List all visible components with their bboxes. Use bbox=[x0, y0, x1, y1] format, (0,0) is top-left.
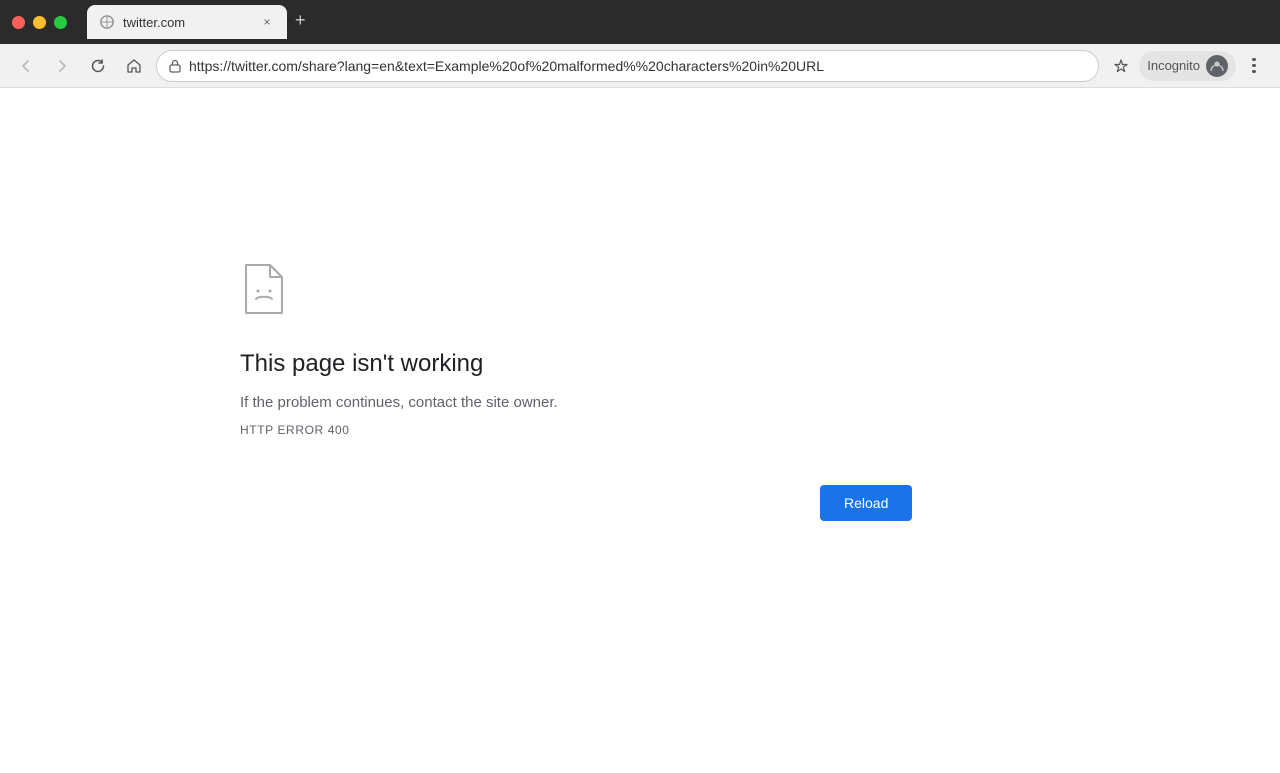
nav-right-controls: Incognito bbox=[1107, 51, 1268, 81]
traffic-lights bbox=[12, 16, 67, 29]
forward-button[interactable] bbox=[48, 52, 76, 80]
reload-nav-button[interactable] bbox=[84, 52, 112, 80]
bookmark-button[interactable] bbox=[1107, 52, 1135, 80]
address-bar[interactable] bbox=[156, 50, 1099, 82]
reload-button[interactable]: Reload bbox=[820, 485, 912, 521]
incognito-label: Incognito bbox=[1147, 58, 1200, 73]
browser-window: twitter.com × + bbox=[0, 0, 1280, 773]
error-code: HTTP ERROR 400 bbox=[240, 423, 350, 437]
tab-close-button[interactable]: × bbox=[259, 14, 275, 30]
incognito-badge: Incognito bbox=[1139, 51, 1236, 81]
page-content: This page isn't working If the problem c… bbox=[0, 88, 1280, 773]
minimize-button[interactable] bbox=[33, 16, 46, 29]
close-button[interactable] bbox=[12, 16, 25, 29]
back-button[interactable] bbox=[12, 52, 40, 80]
error-block: This page isn't working If the problem c… bbox=[240, 261, 912, 521]
address-input[interactable] bbox=[189, 58, 1086, 74]
menu-button[interactable] bbox=[1240, 52, 1268, 80]
home-button[interactable] bbox=[120, 52, 148, 80]
nav-bar: Incognito bbox=[0, 44, 1280, 88]
maximize-button[interactable] bbox=[54, 16, 67, 29]
error-subtext: If the problem continues, contact the si… bbox=[240, 394, 558, 411]
menu-dot-1 bbox=[1252, 58, 1256, 61]
lock-icon bbox=[169, 59, 181, 73]
title-bar: twitter.com × + bbox=[0, 0, 1280, 44]
menu-dot-3 bbox=[1252, 70, 1256, 73]
tab-title: twitter.com bbox=[123, 15, 251, 30]
active-tab[interactable]: twitter.com × bbox=[87, 5, 287, 39]
error-icon bbox=[240, 261, 288, 322]
error-heading: This page isn't working bbox=[240, 350, 483, 378]
incognito-icon bbox=[1206, 55, 1228, 77]
new-tab-button[interactable]: + bbox=[287, 6, 314, 35]
tab-bar: twitter.com × + bbox=[79, 5, 1268, 39]
menu-dot-2 bbox=[1252, 64, 1256, 67]
tab-favicon bbox=[99, 14, 115, 30]
